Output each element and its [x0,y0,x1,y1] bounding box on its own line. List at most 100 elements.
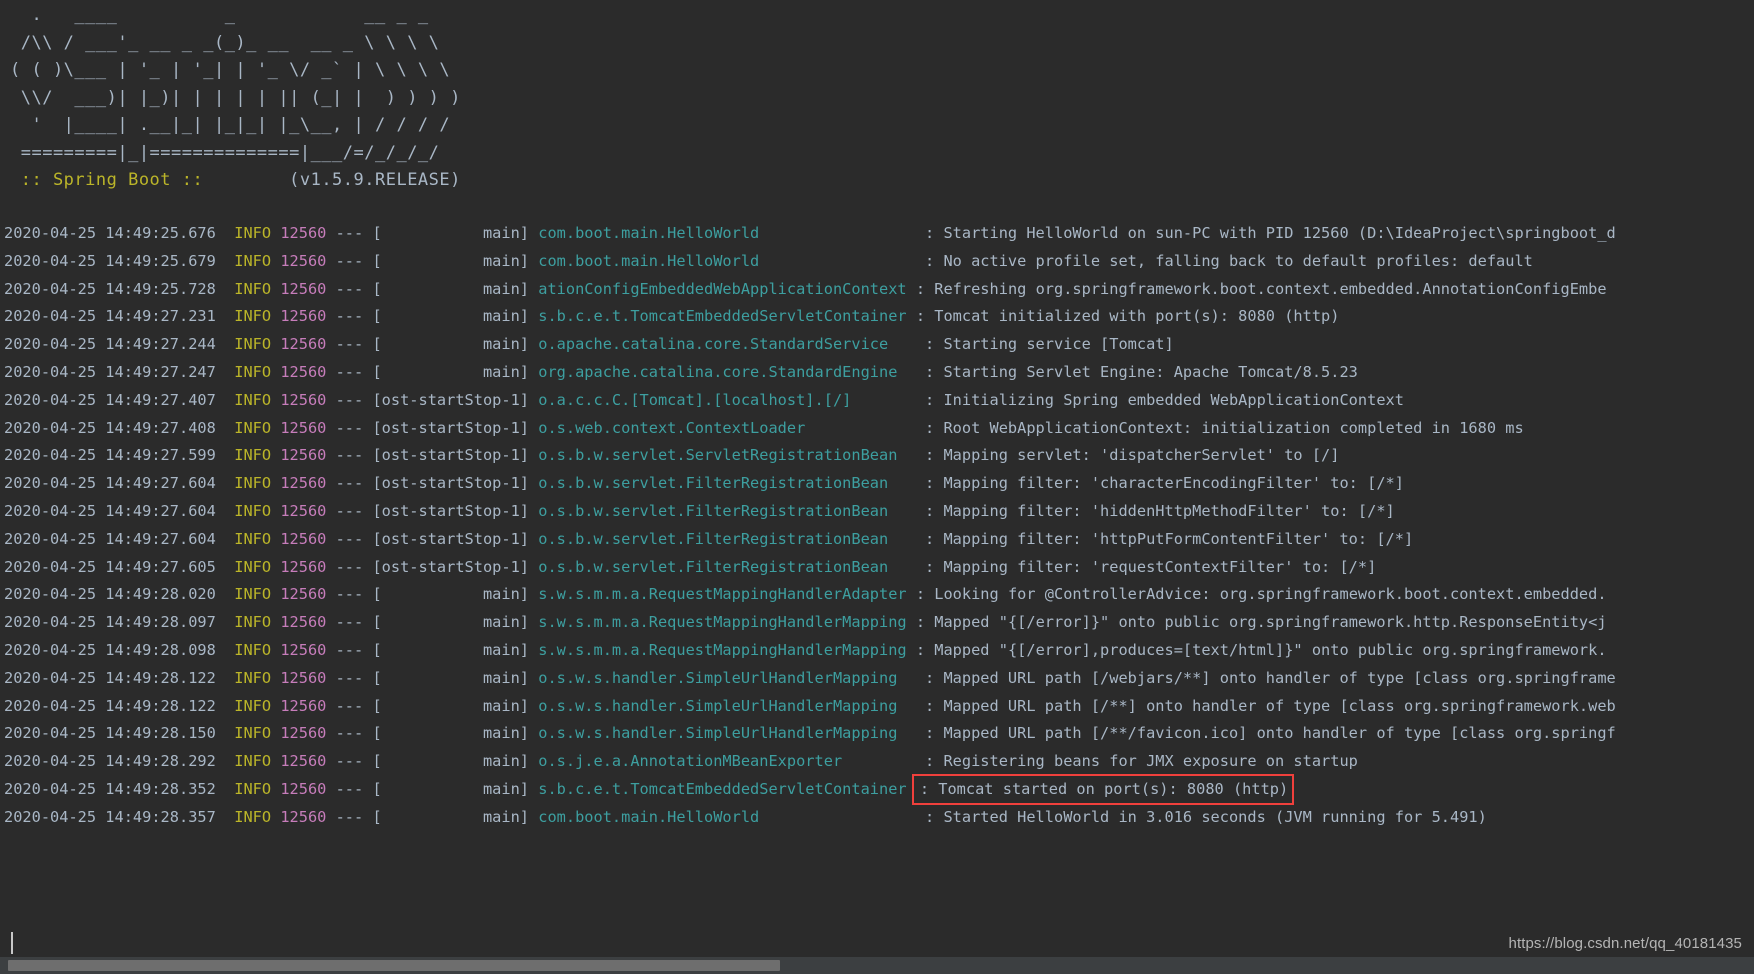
log-thread: [ main] [372,251,530,270]
log-timestamp: 2020-04-25 14:49:28.098 [4,640,216,659]
log-thread: [ main] [372,779,530,798]
log-level: INFO [234,418,272,437]
log-pid: 12560 [280,807,327,826]
log-message: : Looking for @ControllerAdvice: org.spr… [915,585,1607,604]
log-level: INFO [234,668,272,687]
log-line: 2020-04-25 14:49:28.020 INFO 12560 --- [… [0,581,1754,609]
log-level: INFO [234,807,272,826]
log-line: 2020-04-25 14:49:27.604 INFO 12560 --- [… [0,526,1754,554]
log-pid: 12560 [280,390,327,409]
log-thread: [ost-startStop-1] [372,418,530,437]
console-output-panel[interactable]: . ____ _ __ _ _ /\\ / ___'_ __ _ _(_)_ _… [0,0,1754,974]
log-logger: com.boot.main.HelloWorld [538,224,916,242]
log-message: : Starting service [Tomcat] [925,335,1174,354]
log-thread: [ost-startStop-1] [372,557,530,576]
log-thread: [ main] [372,696,530,715]
log-pid: 12560 [280,696,327,715]
log-pid: 12560 [280,474,327,493]
log-separator: --- [335,501,364,520]
log-message: : Mapping filter: 'hiddenHttpMethodFilte… [925,501,1395,520]
log-line: 2020-04-25 14:49:27.408 INFO 12560 --- [… [0,415,1754,443]
log-pid: 12560 [280,501,327,520]
log-thread: [ main] [372,585,530,604]
log-timestamp: 2020-04-25 14:49:28.020 [4,585,216,604]
log-line: 2020-04-25 14:49:28.292 INFO 12560 --- [… [0,748,1754,776]
log-thread: [ main] [372,752,530,771]
log-pid: 12560 [280,418,327,437]
log-pid: 12560 [280,779,327,798]
log-logger: o.s.w.s.handler.SimpleUrlHandlerMapping [538,668,916,687]
log-thread: [ main] [372,224,530,242]
banner-version: (v1.5.9.RELEASE) [213,170,461,190]
log-level: INFO [234,362,272,381]
log-separator: --- [335,557,364,576]
log-message: : Starting HelloWorld on sun-PC with PID… [925,224,1616,242]
log-message: : Mapping filter: 'requestContextFilter'… [925,557,1377,576]
log-logger: s.w.s.m.m.a.RequestMappingHandlerMapping [538,640,907,659]
log-message: : Refreshing org.springframework.boot.co… [915,279,1607,298]
log-pid: 12560 [280,613,327,632]
log-separator: --- [335,752,364,771]
log-timestamp: 2020-04-25 14:49:28.150 [4,724,216,743]
log-thread: [ main] [372,807,530,826]
log-separator: --- [335,390,364,409]
text-caret [11,932,13,954]
log-thread: [ost-startStop-1] [372,446,530,465]
log-pid: 12560 [280,529,327,548]
log-pid: 12560 [280,224,327,242]
log-message: : Mapped "{[/error],produces=[text/html]… [915,640,1607,659]
log-timestamp: 2020-04-25 14:49:27.244 [4,335,216,354]
log-line: 2020-04-25 14:49:27.247 INFO 12560 --- [… [0,359,1754,387]
log-level: INFO [234,335,272,354]
log-separator: --- [335,585,364,604]
log-line: 2020-04-25 14:49:28.122 INFO 12560 --- [… [0,693,1754,721]
log-separator: --- [335,335,364,354]
banner-ascii-art: . ____ _ __ _ _ /\\ / ___'_ __ _ _(_)_ _… [10,5,461,163]
log-line: 2020-04-25 14:49:28.122 INFO 12560 --- [… [0,665,1754,693]
log-separator: --- [335,224,364,242]
horizontal-scrollbar-thumb[interactable] [8,960,780,971]
log-timestamp: 2020-04-25 14:49:27.605 [4,557,216,576]
log-message: : No active profile set, falling back to… [925,251,1533,270]
log-separator: --- [335,640,364,659]
log-logger: ationConfigEmbeddedWebApplicationContext [538,279,907,298]
log-message: : Tomcat initialized with port(s): 8080 … [915,307,1340,326]
log-message: : Root WebApplicationContext: initializa… [925,418,1524,437]
log-logger: com.boot.main.HelloWorld [538,807,916,826]
log-separator: --- [335,779,364,798]
log-line: 2020-04-25 14:49:28.150 INFO 12560 --- [… [0,720,1754,748]
horizontal-scrollbar-track[interactable] [0,957,1754,974]
log-timestamp: 2020-04-25 14:49:27.247 [4,362,216,381]
log-pid: 12560 [280,307,327,326]
log-pid: 12560 [280,640,327,659]
log-level: INFO [234,557,272,576]
log-line: 2020-04-25 14:49:28.098 INFO 12560 --- [… [0,637,1754,665]
log-thread: [ost-startStop-1] [372,529,530,548]
log-pid: 12560 [280,585,327,604]
log-logger: o.s.b.w.servlet.FilterRegistrationBean [538,501,916,520]
log-pid: 12560 [280,557,327,576]
log-message: : Mapping filter: 'characterEncodingFilt… [925,474,1404,493]
log-message: : Registering beans for JMX exposure on … [925,752,1358,771]
log-logger: o.s.j.e.a.AnnotationMBeanExporter [538,752,916,771]
log-pid: 12560 [280,251,327,270]
banner-framework-label: :: Spring Boot :: [10,170,214,190]
log-separator: --- [335,251,364,270]
log-pid: 12560 [280,446,327,465]
log-timestamp: 2020-04-25 14:49:28.122 [4,668,216,687]
log-message: : Mapped "{[/error]}" onto public org.sp… [915,613,1607,632]
log-level: INFO [234,613,272,632]
log-separator: --- [335,307,364,326]
log-thread: [ost-startStop-1] [372,390,530,409]
log-level: INFO [234,724,272,743]
log-level: INFO [234,251,272,270]
log-thread: [ost-startStop-1] [372,474,530,493]
log-logger: org.apache.catalina.core.StandardEngine [538,362,916,381]
log-logger: o.apache.catalina.core.StandardService [538,335,916,354]
log-line: 2020-04-25 14:49:27.231 INFO 12560 --- [… [0,303,1754,331]
log-lines-container: 2020-04-25 14:49:25.676 INFO 12560 --- [… [0,220,1754,832]
log-logger: o.s.w.s.handler.SimpleUrlHandlerMapping [538,696,916,715]
log-thread: [ main] [372,640,530,659]
log-timestamp: 2020-04-25 14:49:27.408 [4,418,216,437]
log-timestamp: 2020-04-25 14:49:27.231 [4,307,216,326]
